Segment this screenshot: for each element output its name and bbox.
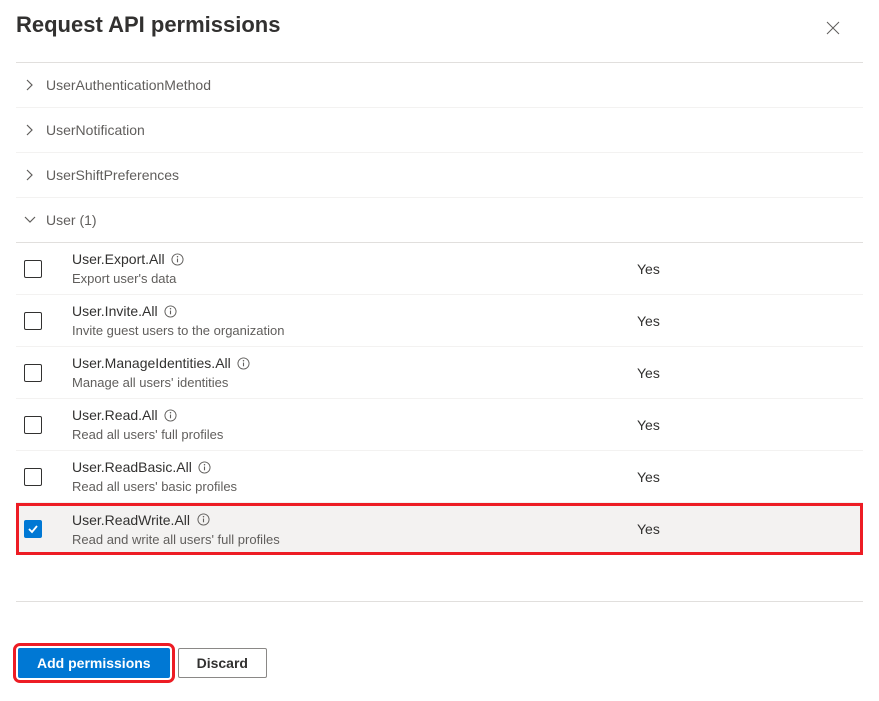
chevron-right-icon	[22, 122, 38, 138]
permission-content: User.ReadBasic.All Read all users' basic…	[72, 459, 637, 494]
permission-checkbox[interactable]	[24, 260, 42, 278]
permission-row: User.Export.All Export user's data Yes	[16, 243, 863, 295]
permission-description: Manage all users' identities	[72, 375, 637, 390]
info-icon[interactable]	[237, 356, 251, 370]
permission-content: User.ReadWrite.All Read and write all us…	[72, 512, 637, 547]
group-label: UserAuthenticationMethod	[46, 77, 211, 93]
page-title: Request API permissions	[16, 12, 280, 38]
permission-content: User.Read.All Read all users' full profi…	[72, 407, 637, 442]
checkmark-icon	[27, 523, 39, 535]
permission-row-selected: User.ReadWrite.All Read and write all us…	[16, 503, 863, 555]
info-icon[interactable]	[164, 408, 178, 422]
permission-content: User.Invite.All Invite guest users to th…	[72, 303, 637, 338]
admin-consent-value: Yes	[637, 365, 857, 381]
info-icon[interactable]	[164, 304, 178, 318]
group-userauthenticationmethod[interactable]: UserAuthenticationMethod	[16, 63, 863, 108]
permission-content: User.ManageIdentities.All Manage all use…	[72, 355, 637, 390]
permission-description: Read all users' full profiles	[72, 427, 637, 442]
permissions-scroll-area[interactable]: UserAuthenticationMethod UserNotificatio…	[16, 62, 863, 602]
info-icon[interactable]	[196, 513, 210, 527]
chevron-down-icon	[22, 212, 38, 228]
permission-name: User.Read.All	[72, 407, 158, 423]
permission-name: User.ReadBasic.All	[72, 459, 192, 475]
permission-row: User.Invite.All Invite guest users to th…	[16, 295, 863, 347]
footer-actions: Add permissions Discard	[16, 602, 863, 688]
admin-consent-value: Yes	[637, 521, 857, 537]
group-usernotification[interactable]: UserNotification	[16, 108, 863, 153]
permission-description: Export user's data	[72, 271, 637, 286]
admin-consent-value: Yes	[637, 469, 857, 485]
permission-name: User.Invite.All	[72, 303, 158, 319]
permission-name: User.ManageIdentities.All	[72, 355, 231, 371]
info-icon[interactable]	[171, 252, 185, 266]
group-usershiftpreferences[interactable]: UserShiftPreferences	[16, 153, 863, 198]
permission-checkbox[interactable]	[24, 468, 42, 486]
close-icon	[826, 21, 840, 35]
chevron-right-icon	[22, 77, 38, 93]
permission-row: User.ReadBasic.All Read all users' basic…	[16, 451, 863, 503]
permission-row: User.Read.All Read all users' full profi…	[16, 399, 863, 451]
permission-row: User.ManageIdentities.All Manage all use…	[16, 347, 863, 399]
admin-consent-value: Yes	[637, 261, 857, 277]
add-permissions-button[interactable]: Add permissions	[18, 648, 170, 678]
permission-name: User.ReadWrite.All	[72, 512, 190, 528]
chevron-right-icon	[22, 167, 38, 183]
permission-checkbox[interactable]	[24, 312, 42, 330]
permission-name: User.Export.All	[72, 251, 165, 267]
permission-content: User.Export.All Export user's data	[72, 251, 637, 286]
info-icon[interactable]	[198, 460, 212, 474]
permission-checkbox[interactable]	[24, 520, 42, 538]
close-button[interactable]	[823, 18, 843, 38]
discard-button[interactable]: Discard	[178, 648, 267, 678]
permission-description: Read all users' basic profiles	[72, 479, 637, 494]
permission-checkbox[interactable]	[24, 364, 42, 382]
panel-header: Request API permissions	[16, 0, 863, 62]
admin-consent-value: Yes	[637, 417, 857, 433]
group-label: UserNotification	[46, 122, 145, 138]
group-label: UserShiftPreferences	[46, 167, 179, 183]
permission-checkbox[interactable]	[24, 416, 42, 434]
group-label: User (1)	[46, 212, 97, 228]
permission-description: Read and write all users' full profiles	[72, 532, 637, 547]
group-user[interactable]: User (1)	[16, 198, 863, 243]
admin-consent-value: Yes	[637, 313, 857, 329]
permission-description: Invite guest users to the organization	[72, 323, 637, 338]
